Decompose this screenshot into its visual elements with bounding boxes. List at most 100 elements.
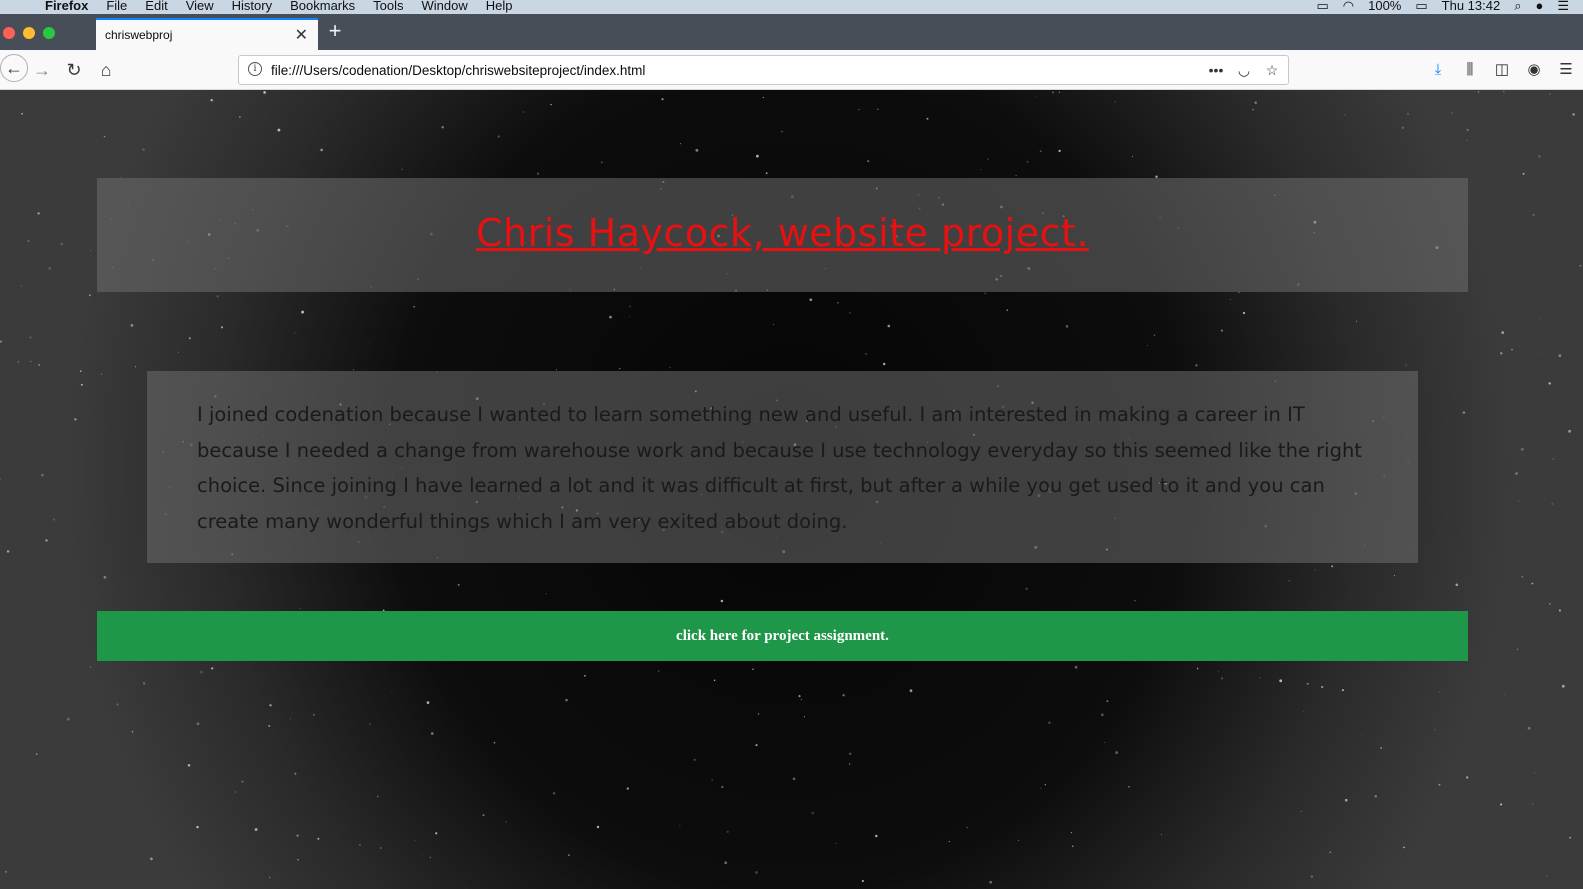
menu-hamburger-icon[interactable]: ☰ <box>1555 58 1577 82</box>
tab-title: chriswebproj <box>105 28 173 42</box>
star-dot <box>245 567 247 569</box>
pocket-icon[interactable]: ◡ <box>1234 59 1254 81</box>
menu-file[interactable]: File <box>97 0 136 13</box>
spotlight-search-icon[interactable]: ⌕ <box>1514 0 1521 13</box>
star-dot <box>1114 101 1116 103</box>
notification-center-icon[interactable]: ☰ <box>1557 0 1569 13</box>
star-dot <box>1254 101 1257 104</box>
menu-help[interactable]: Help <box>477 0 522 13</box>
star-dot <box>38 363 41 366</box>
star-dot <box>1511 348 1513 351</box>
siri-icon[interactable]: ● <box>1535 0 1543 13</box>
star-dot <box>720 599 724 603</box>
star-dot <box>359 844 361 846</box>
browser-tab[interactable]: chriswebproj ✕ <box>96 18 318 50</box>
star-dot <box>552 792 556 795</box>
star-dot <box>297 859 299 861</box>
star-dot <box>1052 91 1054 94</box>
star-dot <box>269 704 272 707</box>
star-dot <box>1288 579 1291 582</box>
menu-view[interactable]: View <box>177 0 223 13</box>
star-dot <box>88 294 91 297</box>
star-dot <box>10 244 12 246</box>
star-dot <box>131 731 134 733</box>
sidebar-icon[interactable]: ◫ <box>1491 58 1513 82</box>
reload-icon[interactable]: ↻ <box>62 58 86 82</box>
airplay-icon[interactable]: ▭ <box>1316 0 1328 13</box>
star-dot <box>835 843 837 844</box>
forward-arrow-icon[interactable]: → <box>30 58 54 82</box>
star-dot <box>21 112 23 115</box>
clock[interactable]: Thu 13:42 <box>1442 0 1501 13</box>
star-dot <box>1531 582 1534 585</box>
star-dot <box>695 148 699 152</box>
downloads-icon[interactable]: ⤓ <box>1427 58 1449 82</box>
star-dot <box>1561 684 1565 688</box>
star-dot <box>134 366 137 368</box>
star-dot <box>142 148 145 151</box>
bookmark-star-icon[interactable]: ☆ <box>1262 59 1282 81</box>
menu-window[interactable]: Window <box>413 0 477 13</box>
battery-icon[interactable]: ▭ <box>1415 0 1427 13</box>
star-dot <box>1579 264 1582 267</box>
star-dot <box>1393 574 1396 577</box>
star-dot <box>1128 786 1130 788</box>
star-dot <box>1220 329 1223 332</box>
header-panel: Chris Haycock, website project. <box>97 178 1468 292</box>
close-tab-icon[interactable]: ✕ <box>295 25 308 45</box>
star-dot <box>1548 602 1551 605</box>
star-dot <box>1300 810 1302 812</box>
star-dot <box>74 418 77 421</box>
star-dot <box>867 159 870 163</box>
wifi-icon[interactable]: ◠ <box>1343 0 1354 13</box>
url-text[interactable]: file:///Users/codenation/Desktop/chriswe… <box>271 63 645 78</box>
star-dot <box>1434 729 1436 731</box>
star-dot <box>755 871 758 874</box>
star-dot <box>909 689 913 693</box>
star-dot <box>465 887 467 889</box>
star-dot <box>266 119 268 121</box>
library-icon[interactable]: ⫼ <box>1459 58 1481 82</box>
zoom-window-button[interactable] <box>43 27 55 39</box>
menu-app-firefox[interactable]: Firefox <box>36 0 97 13</box>
star-dot <box>1558 609 1561 612</box>
star-dot <box>1039 150 1042 153</box>
star-dot <box>926 117 929 120</box>
star-dot <box>1360 734 1362 735</box>
menu-history[interactable]: History <box>223 0 281 13</box>
star-dot <box>1546 875 1548 877</box>
new-tab-button[interactable]: + <box>323 19 347 43</box>
menu-edit[interactable]: Edit <box>136 0 176 13</box>
star-dot <box>713 679 716 682</box>
site-info-icon[interactable]: i <box>248 62 262 76</box>
star-dot <box>45 539 48 542</box>
star-dot <box>1451 112 1453 114</box>
url-bar[interactable]: i file:///Users/codenation/Desktop/chris… <box>238 55 1289 85</box>
star-dot <box>1534 772 1535 774</box>
star-dot <box>1044 784 1046 786</box>
star-dot <box>1438 783 1441 786</box>
star-dot <box>238 115 241 118</box>
star-dot <box>1252 108 1255 111</box>
battery-percent[interactable]: 100% <box>1368 0 1401 13</box>
star-dot <box>53 518 56 521</box>
home-icon[interactable]: ⌂ <box>94 58 118 82</box>
star-dot <box>1344 798 1348 802</box>
menu-bookmarks[interactable]: Bookmarks <box>281 0 364 13</box>
star-dot <box>211 667 214 670</box>
account-icon[interactable]: ◉ <box>1523 58 1545 82</box>
star-dot <box>1531 803 1534 805</box>
close-window-button[interactable] <box>3 27 15 39</box>
star-dot <box>1403 846 1405 849</box>
project-assignment-button[interactable]: click here for project assignment. <box>97 611 1468 661</box>
star-dot <box>756 154 759 158</box>
back-arrow-icon[interactable]: ← <box>0 54 28 82</box>
star-dot <box>103 575 107 579</box>
star-dot <box>980 169 982 170</box>
page-actions-icon[interactable]: ••• <box>1206 59 1226 81</box>
menu-tools[interactable]: Tools <box>364 0 412 13</box>
star-dot <box>1025 587 1029 591</box>
star-dot <box>313 714 315 716</box>
star-dot <box>1070 832 1073 834</box>
minimize-window-button[interactable] <box>23 27 35 39</box>
